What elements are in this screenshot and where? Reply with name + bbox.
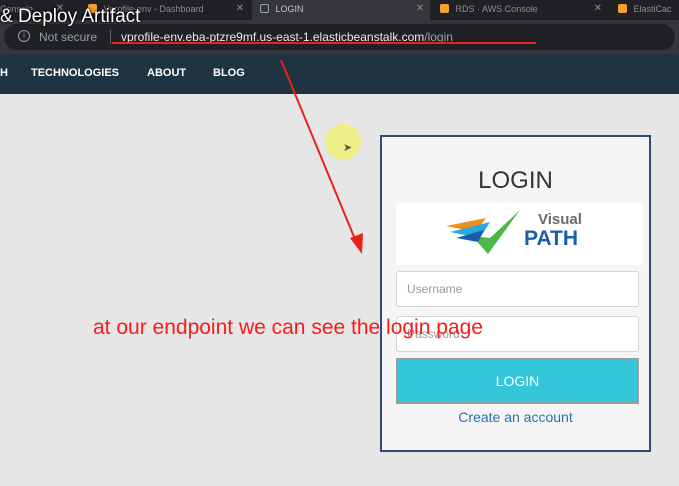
annotation-arrow [280,59,363,254]
annotation-caption: at our endpoint we can see the login pag… [93,316,483,339]
